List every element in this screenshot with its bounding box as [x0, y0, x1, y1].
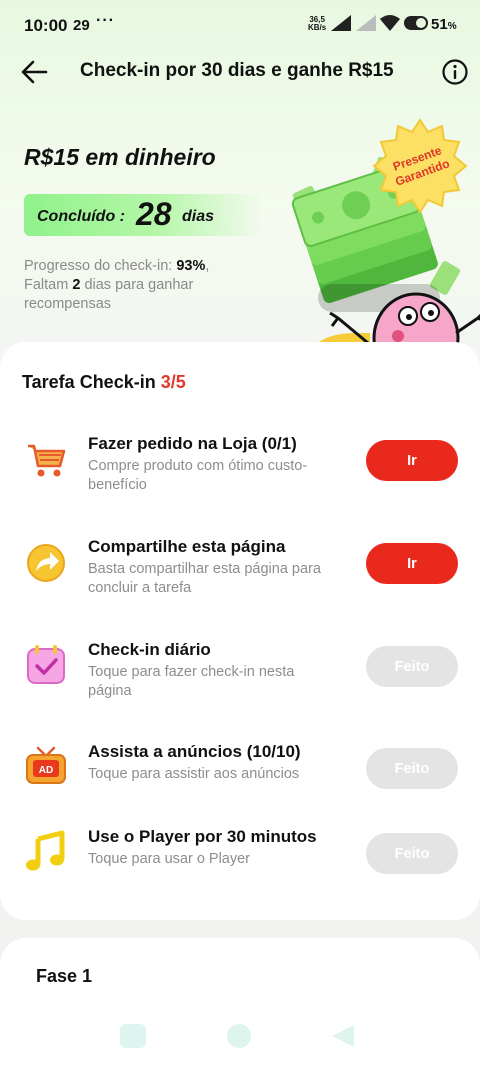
home-icon[interactable]	[224, 1022, 254, 1050]
completed-days-pill: Concluído : 28 dias	[24, 194, 264, 236]
status-more-dots: ···	[96, 12, 115, 29]
task-description: Basta compartilhar esta página para conc…	[88, 561, 321, 596]
phase-title: Fase 1	[36, 966, 93, 986]
status-date: 29	[73, 17, 90, 34]
task-item-player: Use o Player por 30 minutos Toque para u…	[0, 827, 480, 907]
task-title: Use o Player por 30 minutos	[88, 827, 317, 846]
task-title: Assista a anúncios (10/10)	[88, 742, 301, 761]
page-title: Check-in por 30 dias e ganhe R$15	[80, 60, 394, 81]
go-button[interactable]: Ir	[366, 440, 458, 481]
done-button[interactable]: Feito	[366, 833, 458, 874]
network-speed-unit: KB/s	[308, 23, 327, 32]
task-item-order: Fazer pedido na Loja (0/1) Compre produt…	[0, 434, 480, 514]
task-item-watch-ads: AD Assista a anúncios (10/10) Toque para…	[0, 742, 480, 822]
toggle-icon	[404, 16, 428, 30]
task-description: Toque para assistir aos anúncios	[88, 766, 300, 782]
back-button[interactable]	[16, 54, 52, 90]
task-heading-count: 3/5	[160, 372, 186, 392]
go-button[interactable]: Ir	[366, 543, 458, 584]
signal-icon	[331, 15, 351, 31]
shopping-cart-icon	[28, 444, 66, 477]
status-bar: 10:00 29 ··· 36,5 KB/s 51%	[0, 0, 480, 50]
task-title: Fazer pedido na Loja (0/1)	[88, 434, 297, 453]
done-button[interactable]: Feito	[366, 748, 458, 789]
task-item-daily-checkin: Check-in diário Toque para fazer check-i…	[0, 640, 480, 720]
ad-tv-icon: AD	[26, 746, 66, 784]
task-card: Tarefa Check-in 3/5 Fazer pedido na Loja…	[0, 342, 480, 920]
task-description: Toque para usar o Player	[88, 851, 251, 867]
completed-unit: dias	[182, 208, 215, 225]
recent-apps-icon[interactable]	[118, 1022, 148, 1050]
completed-label: Concluído :	[37, 208, 125, 225]
signal-empty-icon	[356, 15, 376, 31]
header: Check-in por 30 dias e ganhe R$15	[0, 50, 480, 94]
task-title: Compartilhe esta página	[88, 537, 286, 556]
svg-text:AD: AD	[39, 765, 53, 776]
arrow-left-icon	[21, 60, 48, 84]
music-note-icon	[26, 830, 65, 871]
share-arrow-icon	[27, 544, 65, 582]
completed-days: 28	[136, 196, 172, 232]
back-nav-icon[interactable]	[328, 1022, 358, 1050]
done-button[interactable]: Feito	[366, 646, 458, 687]
task-title: Check-in diário	[88, 640, 211, 659]
task-heading: Tarefa Check-in 3/5	[22, 372, 186, 393]
calendar-check-icon	[27, 645, 65, 684]
task-item-share: Compartilhe esta página Basta compartilh…	[0, 537, 480, 617]
wifi-icon	[380, 15, 400, 31]
battery-level: 51%	[431, 16, 457, 33]
status-time: 10:00	[24, 16, 68, 35]
progress-percent: 93%	[176, 258, 206, 274]
task-heading-label: Tarefa Check-in	[22, 372, 161, 392]
reward-title: R$15 em dinheiro	[24, 144, 216, 170]
task-description: Compre produto com ótimo custo-benefício	[88, 458, 308, 493]
info-icon	[442, 59, 468, 85]
network-speed: 36,5 KB/s	[308, 16, 326, 32]
progress-description: Progresso do check-in: 93%, Faltam 2 dia…	[24, 258, 210, 312]
info-button[interactable]	[440, 57, 470, 87]
task-description: Toque para fazer check-in nesta página	[88, 664, 295, 699]
guaranteed-gift-badge: Presente Garantido	[372, 118, 468, 214]
